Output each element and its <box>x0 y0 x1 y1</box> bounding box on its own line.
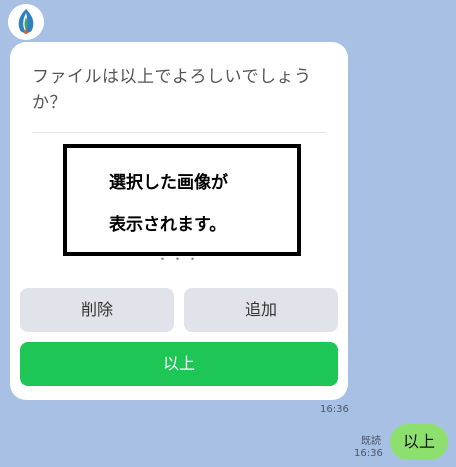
divider <box>32 132 326 133</box>
image-placeholder-text-line2: 表示されます。 <box>109 215 227 235</box>
sent-message-bubble[interactable]: 以上 <box>390 424 448 460</box>
bot-avatar-icon <box>8 4 44 40</box>
more-dots: ・・・ <box>156 252 202 266</box>
sent-timestamp: 16:36 <box>354 448 383 459</box>
read-receipt: 既読 <box>361 436 381 447</box>
question-text: ファイルは以上でよろしいでしょうか？ <box>32 67 312 113</box>
add-button[interactable]: 追加 <box>184 288 338 332</box>
received-timestamp: 16:36 <box>320 404 349 415</box>
flex-message-card: ファイルは以上でよろしいでしょうか？ 選択した画像が 表示されます。 ・・・ 削… <box>10 42 348 400</box>
selected-image-placeholder: 選択した画像が 表示されます。 <box>63 144 301 256</box>
leaf-drop-logo-icon <box>8 4 44 40</box>
delete-button[interactable]: 削除 <box>20 288 174 332</box>
image-placeholder-text-line1: 選択した画像が <box>109 173 228 193</box>
finish-button[interactable]: 以上 <box>20 342 338 386</box>
